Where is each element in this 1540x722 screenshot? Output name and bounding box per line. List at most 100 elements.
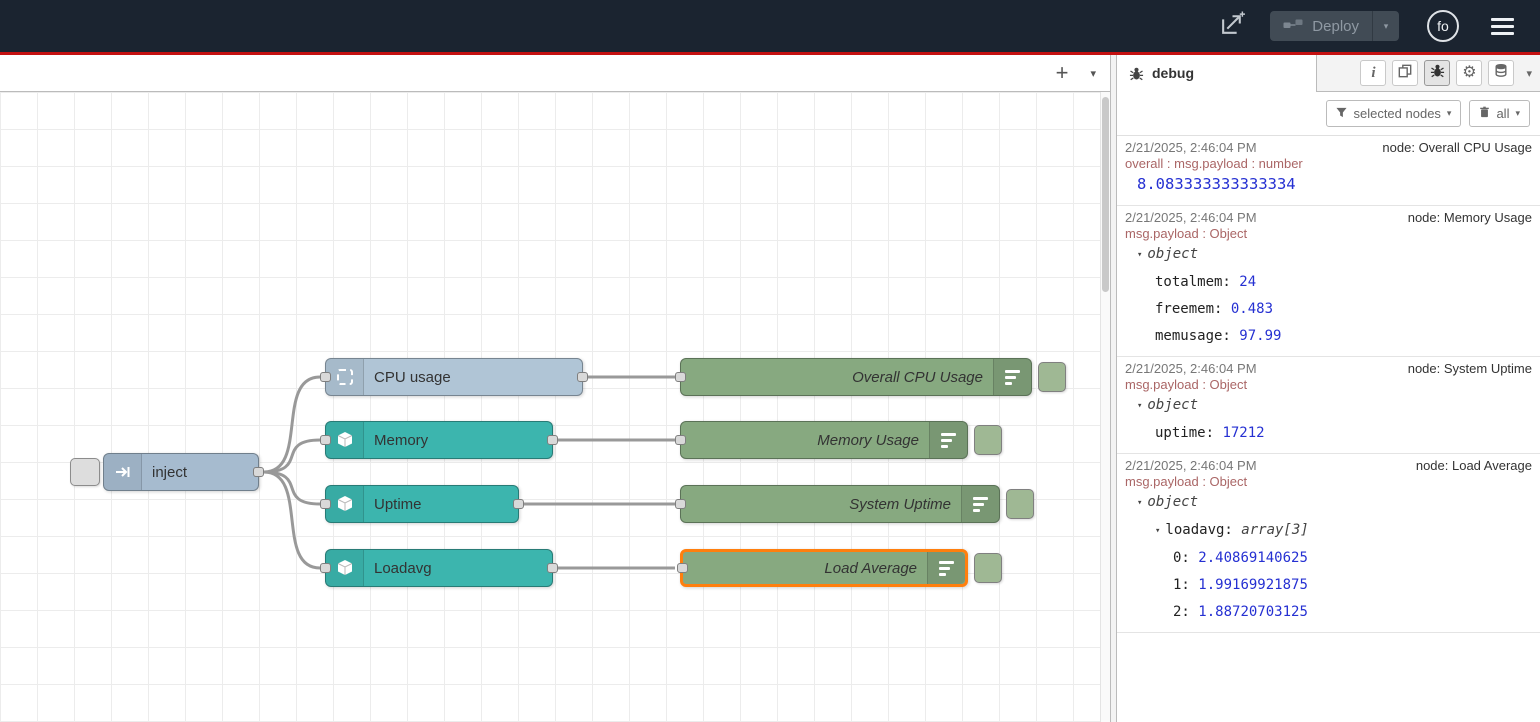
debug-row: freemem: 0.483: [1125, 296, 1532, 323]
wire[interactable]: [264, 440, 320, 472]
node-label: inject: [142, 454, 258, 490]
debug-enable-toggle[interactable]: [974, 553, 1002, 583]
input-port[interactable]: [320, 372, 331, 382]
config-tab-button[interactable]: ⚙: [1456, 60, 1482, 86]
input-port[interactable]: [675, 372, 686, 382]
context-tab-button[interactable]: [1488, 60, 1514, 86]
debug-enable-toggle[interactable]: [1038, 362, 1066, 392]
deploy-label: Deploy: [1312, 18, 1359, 35]
debug-type-label: object: [1147, 246, 1198, 262]
debug-key: memusage:: [1155, 328, 1239, 344]
sidebar: debug i: [1117, 55, 1540, 722]
info-tab-button[interactable]: i: [1360, 60, 1386, 86]
caret-down-icon[interactable]: ▾: [1137, 393, 1142, 420]
deploy-nodes-icon: [1283, 17, 1303, 35]
node-inject[interactable]: inject: [103, 453, 259, 491]
deploy-button-main[interactable]: Deploy: [1270, 11, 1372, 41]
add-flow-button[interactable]: +: [1056, 62, 1069, 84]
debug-message-list[interactable]: 2/21/2025, 2:46:04 PMnode: Overall CPU U…: [1117, 136, 1540, 722]
caret-down-icon[interactable]: ▾: [1137, 242, 1142, 269]
chevron-down-icon: ▾: [1515, 108, 1520, 119]
deploy-button[interactable]: Deploy ▾: [1270, 11, 1399, 41]
debug-row: 0: 2.40869140625: [1125, 545, 1532, 572]
output-port[interactable]: [547, 435, 558, 445]
wires-layer: [0, 92, 1110, 720]
debug-tab-button[interactable]: [1424, 60, 1450, 86]
flow-list-button[interactable]: ▾: [1090, 67, 1096, 80]
tab-debug-label: debug: [1152, 65, 1194, 81]
debug-output-icon: [993, 359, 1031, 395]
debug-output-icon: [961, 486, 999, 522]
node-uptime[interactable]: Uptime: [325, 485, 519, 523]
inject-icon: [104, 454, 142, 490]
node-label: Loadavg: [364, 550, 552, 586]
output-port[interactable]: [253, 467, 264, 477]
debug-key: totalmem:: [1155, 274, 1239, 290]
node-cpu-usage[interactable]: CPU usage: [325, 358, 583, 396]
debug-row: 1: 1.99169921875: [1125, 572, 1532, 599]
debug-message[interactable]: 2/21/2025, 2:46:04 PMnode: System Uptime…: [1117, 357, 1540, 454]
debug-timestamp: 2/21/2025, 2:46:04 PM: [1125, 210, 1257, 225]
cpu-chip-icon: [326, 359, 364, 395]
debug-key: loadavg:: [1165, 522, 1241, 538]
node-debug-overall-cpu[interactable]: Overall CPU Usage: [680, 358, 1032, 396]
node-label: System Uptime: [681, 486, 961, 522]
debug-type-label: array[3]: [1241, 522, 1308, 538]
wire[interactable]: [264, 472, 320, 504]
user-initials: fo: [1437, 18, 1449, 34]
output-port[interactable]: [577, 372, 588, 382]
debug-row: ▾object: [1125, 489, 1532, 517]
tab-debug[interactable]: debug: [1117, 55, 1317, 92]
caret-down-icon[interactable]: ▾: [1155, 518, 1160, 545]
input-port[interactable]: [320, 563, 331, 573]
debug-row: totalmem: 24: [1125, 269, 1532, 296]
node-label: Load Average: [683, 552, 927, 584]
input-port[interactable]: [677, 563, 688, 573]
input-port[interactable]: [320, 435, 331, 445]
output-port[interactable]: [513, 499, 524, 509]
debug-key: uptime:: [1155, 425, 1222, 441]
input-port[interactable]: [675, 435, 686, 445]
debug-key: 1:: [1173, 577, 1198, 593]
debug-message[interactable]: 2/21/2025, 2:46:04 PMnode: Load Averagem…: [1117, 454, 1540, 633]
debug-node-name: node: Load Average: [1416, 458, 1532, 473]
node-memory[interactable]: Memory: [325, 421, 553, 459]
caret-down-icon[interactable]: ▾: [1137, 490, 1142, 517]
input-port[interactable]: [675, 499, 686, 509]
app-header: Deploy ▾ fo: [0, 0, 1540, 55]
node-debug-system-uptime[interactable]: System Uptime: [680, 485, 1000, 523]
debug-value: 24: [1239, 274, 1256, 290]
debug-enable-toggle[interactable]: [1006, 489, 1034, 519]
debug-value: 17212: [1222, 425, 1264, 441]
node-loadavg[interactable]: Loadavg: [325, 549, 553, 587]
debug-clear-button[interactable]: all ▾: [1469, 100, 1530, 127]
debug-enable-toggle[interactable]: [974, 425, 1002, 455]
canvas-vertical-scrollbar[interactable]: [1100, 92, 1110, 722]
output-port[interactable]: [547, 563, 558, 573]
node-debug-load-average[interactable]: Load Average: [680, 549, 968, 587]
scrollbar-thumb[interactable]: [1102, 97, 1109, 292]
deploy-options-button[interactable]: ▾: [1372, 11, 1399, 41]
user-avatar[interactable]: fo: [1427, 10, 1459, 42]
sidebar-splitter[interactable]: [1110, 55, 1117, 722]
sidebar-menu-button[interactable]: ▾: [1518, 67, 1540, 80]
inject-trigger-button[interactable]: [70, 458, 100, 486]
debug-timestamp: 2/21/2025, 2:46:04 PM: [1125, 361, 1257, 376]
node-label: Memory: [364, 422, 552, 458]
node-debug-memory-usage[interactable]: Memory Usage: [680, 421, 968, 459]
help-tab-button[interactable]: [1392, 60, 1418, 86]
debug-message[interactable]: 2/21/2025, 2:46:04 PMnode: Overall CPU U…: [1117, 136, 1540, 206]
library-icon: [1398, 64, 1412, 83]
debug-payload-path: msg.payload : Object: [1125, 474, 1532, 489]
flow-canvas[interactable]: inject CPU usage: [0, 92, 1110, 722]
export-icon: [1219, 10, 1246, 42]
info-icon: i: [1371, 65, 1375, 82]
input-port[interactable]: [320, 499, 331, 509]
main-menu-button[interactable]: [1487, 14, 1518, 39]
export-flows-button[interactable]: [1214, 8, 1250, 44]
debug-message[interactable]: 2/21/2025, 2:46:04 PM node: Memory Usage m…: [1117, 206, 1540, 357]
sidebar-tab-bar: debug i: [1117, 55, 1540, 92]
debug-node-name: node: Memory Usage: [1408, 210, 1532, 225]
debug-filter-button[interactable]: selected nodes ▾: [1326, 100, 1461, 127]
debug-row: ▾ loadavg: array[3]: [1125, 517, 1532, 545]
